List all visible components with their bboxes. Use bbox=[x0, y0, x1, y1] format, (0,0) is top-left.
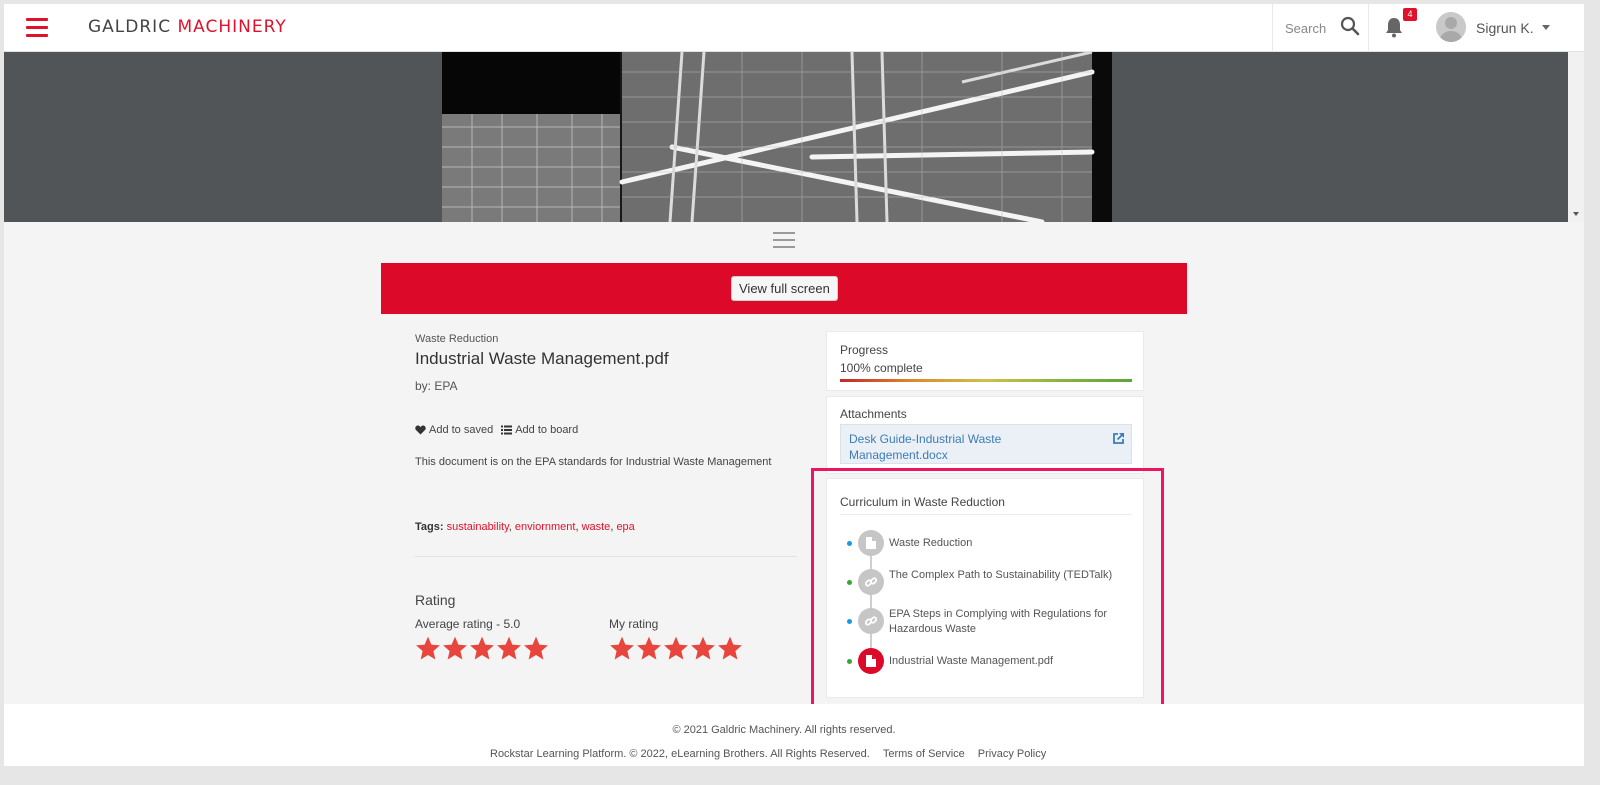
star-icon bbox=[524, 636, 548, 660]
avatar[interactable] bbox=[1436, 12, 1466, 42]
privacy-link[interactable]: Privacy Policy bbox=[978, 748, 1046, 760]
notification-badge: 4 bbox=[1403, 8, 1417, 21]
document-description: This document is on the EPA standards fo… bbox=[415, 456, 772, 468]
average-rating-stars bbox=[415, 636, 549, 661]
search-icon[interactable] bbox=[1340, 16, 1360, 36]
document-category: Waste Reduction bbox=[415, 333, 499, 345]
progress-text: 100% complete bbox=[840, 361, 923, 375]
document-viewer[interactable] bbox=[4, 52, 1568, 222]
menu-icon[interactable] bbox=[26, 18, 48, 37]
attachment-item[interactable]: Desk Guide-Industrial Waste Management.d… bbox=[840, 424, 1132, 464]
star-icon[interactable] bbox=[717, 636, 743, 661]
list-icon bbox=[501, 425, 513, 435]
app-frame: GALDRIC MACHINERY Search 4 Sigrun K. Vie… bbox=[4, 4, 1584, 766]
tag-link[interactable]: epa bbox=[616, 521, 634, 533]
tag-link[interactable]: sustainability bbox=[447, 521, 509, 533]
my-rating-stars[interactable] bbox=[609, 636, 743, 661]
star-icon bbox=[416, 636, 440, 660]
search-label: Search bbox=[1285, 21, 1327, 36]
external-link-icon[interactable] bbox=[1112, 432, 1125, 445]
add-to-board-label: Add to board bbox=[515, 424, 579, 436]
resize-handle-icon[interactable] bbox=[773, 232, 795, 248]
page-title: Industrial Waste Management.pdf bbox=[415, 349, 669, 368]
star-icon[interactable] bbox=[690, 636, 716, 661]
my-rating-label: My rating bbox=[609, 617, 659, 631]
section-divider bbox=[415, 556, 797, 557]
document-page-image bbox=[442, 52, 1112, 222]
document-author: by: EPA bbox=[415, 379, 458, 393]
search-box[interactable]: Search bbox=[1272, 4, 1369, 52]
footer-platform-text: Rockstar Learning Platform. © 2022, eLea… bbox=[490, 748, 870, 760]
user-name[interactable]: Sigrun K. bbox=[1476, 20, 1534, 36]
footer-copyright: © 2021 Galdric Machinery. All rights res… bbox=[672, 724, 896, 736]
bell-icon[interactable] bbox=[1384, 16, 1404, 38]
progress-bar bbox=[840, 379, 1132, 382]
scroll-down-icon[interactable] bbox=[1573, 212, 1579, 216]
viewer-toolbar: View full screen bbox=[381, 263, 1187, 314]
add-to-saved-button[interactable]: Add to saved bbox=[415, 424, 493, 436]
tag-link[interactable]: enviornment bbox=[515, 521, 576, 533]
footer-links: Rockstar Learning Platform. © 2022, eLea… bbox=[490, 748, 1046, 760]
add-to-board-button[interactable]: Add to board bbox=[501, 424, 578, 436]
highlight-box bbox=[811, 468, 1164, 709]
logo-text-accent: MACHINERY bbox=[177, 17, 287, 37]
heart-icon bbox=[415, 425, 426, 435]
tags-label: Tags: bbox=[415, 521, 444, 533]
tags-list: Tags: sustainability, enviornment, waste… bbox=[415, 521, 635, 533]
chevron-down-icon[interactable] bbox=[1542, 25, 1550, 30]
top-bar: GALDRIC MACHINERY Search 4 Sigrun K. bbox=[4, 4, 1584, 52]
star-icon bbox=[443, 636, 467, 660]
star-icon[interactable] bbox=[609, 636, 635, 661]
attachments-card: Attachments Desk Guide-Industrial Waste … bbox=[826, 396, 1144, 474]
progress-card: Progress 100% complete bbox=[826, 331, 1144, 391]
logo[interactable]: GALDRIC MACHINERY bbox=[88, 17, 287, 37]
add-to-saved-label: Add to saved bbox=[429, 424, 494, 436]
logo-text-primary: GALDRIC bbox=[88, 17, 178, 37]
progress-title: Progress bbox=[840, 343, 889, 357]
document-actions: Add to saved Add to board bbox=[415, 424, 578, 436]
tag-link[interactable]: waste bbox=[582, 521, 611, 533]
rating-title: Rating bbox=[415, 592, 456, 608]
view-full-screen-button[interactable]: View full screen bbox=[731, 276, 838, 301]
star-icon[interactable] bbox=[636, 636, 662, 661]
footer: © 2021 Galdric Machinery. All rights res… bbox=[4, 704, 1584, 766]
attachments-title: Attachments bbox=[840, 407, 907, 421]
average-rating-label: Average rating - 5.0 bbox=[415, 617, 521, 631]
star-icon[interactable] bbox=[663, 636, 689, 661]
star-icon bbox=[497, 636, 521, 660]
star-icon bbox=[470, 636, 494, 660]
attachment-link[interactable]: Desk Guide-Industrial Waste Management.d… bbox=[849, 431, 1099, 463]
terms-link[interactable]: Terms of Service bbox=[883, 748, 965, 760]
viewer-scrollbar[interactable] bbox=[1568, 52, 1584, 222]
